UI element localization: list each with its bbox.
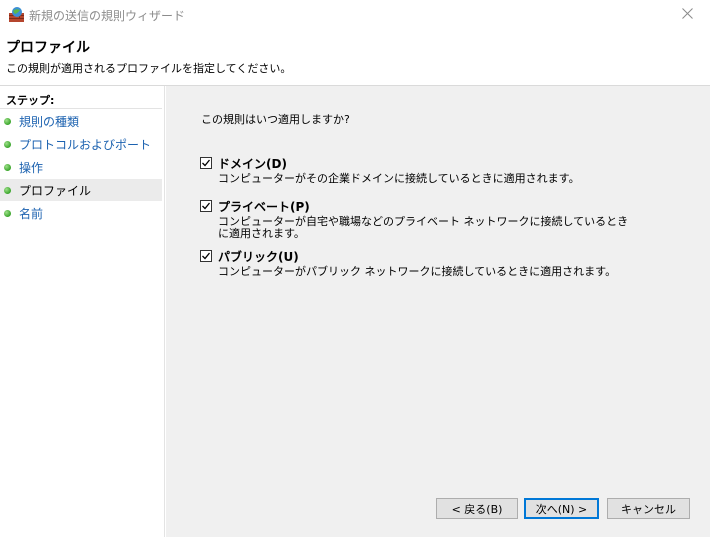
public-description: コンピューターがパブリック ネットワークに接続しているときに適用されます。 [218, 265, 617, 278]
private-description: コンピューターが自宅や職場などのプライベート ネットワークに接続しているときに適… [218, 215, 629, 240]
close-button[interactable] [664, 0, 710, 30]
step-bullet-icon [4, 117, 11, 125]
step-label: プロトコルおよびポート [19, 137, 152, 152]
domain-label[interactable]: ドメイン(D) [218, 155, 287, 172]
step-label: 操作 [19, 160, 44, 175]
public-label[interactable]: パブリック(U) [218, 248, 299, 265]
private-checkbox[interactable] [200, 200, 212, 212]
next-button[interactable]: 次へ(N) > [524, 498, 599, 519]
step-label: 名前 [19, 206, 44, 221]
step-bullet-icon [4, 140, 11, 148]
check-icon [202, 159, 211, 167]
step-bullet-icon [4, 163, 11, 171]
step-bullet-icon [4, 209, 11, 217]
firewall-icon [8, 6, 25, 23]
domain-description: コンピューターがその企業ドメインに接続しているときに適用されます。 [218, 172, 580, 185]
step-bullet-icon [4, 186, 11, 194]
check-icon [202, 202, 211, 210]
back-button[interactable]: < 戻る(B) [436, 498, 518, 519]
content-pane: この規則はいつ適用しますか? ドメイン(D) コンピューターがその企業ドメインに… [166, 86, 710, 537]
question-text: この規則はいつ適用しますか? [201, 113, 350, 126]
steps-heading: ステップ: [6, 94, 55, 107]
step-protocol-ports[interactable]: プロトコルおよびポート [0, 133, 162, 155]
step-profile[interactable]: プロファイル [0, 179, 162, 201]
close-icon [681, 8, 693, 22]
private-label[interactable]: プライベート(P) [218, 198, 310, 215]
title-bar: 新規の送信の規則ウィザード [0, 0, 710, 30]
step-name[interactable]: 名前 [0, 202, 162, 224]
domain-checkbox[interactable] [200, 157, 212, 169]
step-rule-type[interactable]: 規則の種類 [0, 110, 162, 132]
page-description: この規則が適用されるプロファイルを指定してください。 [6, 62, 292, 75]
step-label: 規則の種類 [19, 114, 80, 129]
steps-pane: ステップ: 規則の種類 プロトコルおよびポート 操作 プロファイル 名前 [0, 86, 165, 537]
wizard-window: 新規の送信の規則ウィザード プロファイル この規則が適用されるプロファイルを指定… [0, 0, 710, 537]
cancel-button[interactable]: キャンセル [607, 498, 690, 519]
check-icon [202, 252, 211, 260]
step-action[interactable]: 操作 [0, 156, 162, 178]
window-title: 新規の送信の規則ウィザード [29, 9, 186, 23]
public-checkbox[interactable] [200, 250, 212, 262]
page-title: プロファイル [6, 40, 90, 56]
step-label: プロファイル [19, 183, 92, 198]
steps-divider [0, 108, 162, 109]
